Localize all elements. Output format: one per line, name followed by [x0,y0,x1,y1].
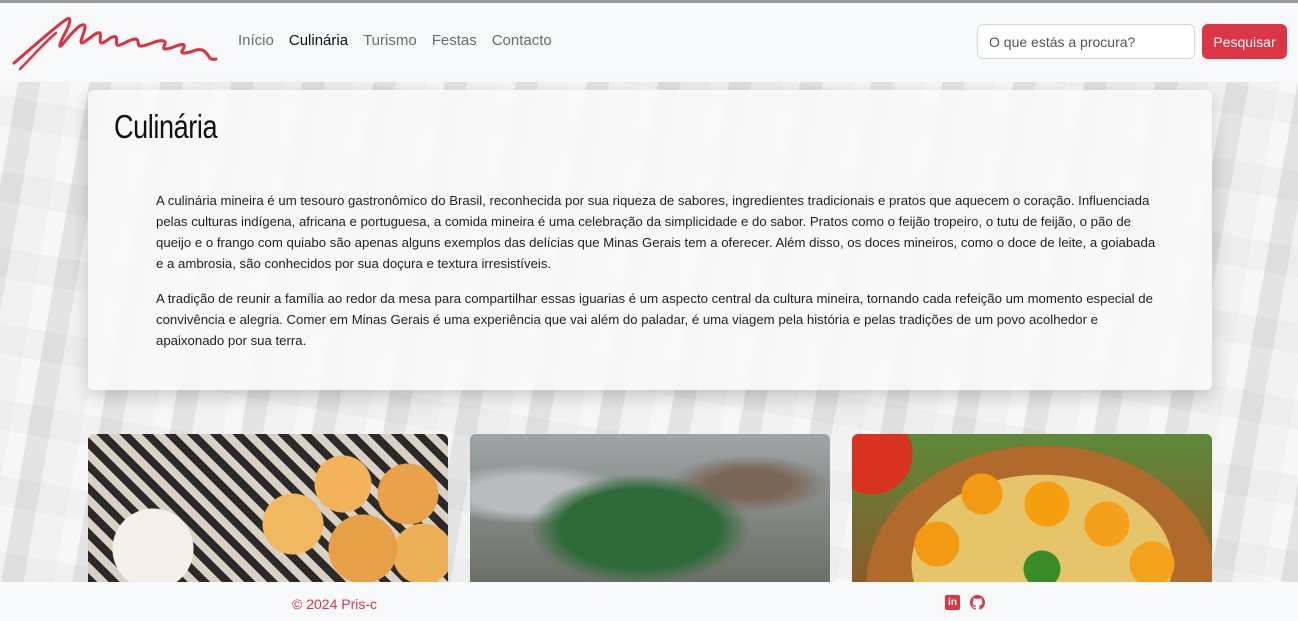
copyright-text: © 2024 Pris-c [292,596,378,612]
footer: © 2024 Pris-c in [0,582,1298,621]
pao-de-queijo-image [88,434,448,584]
nav-link-contacto[interactable]: Contacto [492,32,552,49]
food-preparation-image [470,434,830,584]
minas-logo[interactable] [12,13,218,71]
nav-link-culinaria[interactable]: Culinária [289,32,348,49]
nav-link-turismo[interactable]: Turismo [363,32,417,49]
github-icon[interactable] [970,595,985,610]
nav-link-festas[interactable]: Festas [432,32,477,49]
content-card: Culinária A culinária mineira é um tesou… [88,90,1212,390]
nav-link-inicio[interactable]: Início [238,32,274,49]
search-button[interactable]: Pesquisar [1202,24,1287,59]
paragraph: A culinária mineira é um tesouro gastron… [156,193,1156,271]
content-text: A culinária mineira é um tesouro gastron… [156,190,1156,365]
nav-links: Início Culinária Turismo Festas Contacto [238,32,552,49]
linkedin-icon[interactable]: in [945,595,960,610]
navbar: Início Culinária Turismo Festas Contacto… [0,3,1298,82]
page-title: Culinária [114,108,218,145]
paragraph: A tradição de reunir a família ao redor … [156,291,1153,348]
search-input[interactable] [977,24,1195,59]
rice-dish-image [852,434,1212,584]
